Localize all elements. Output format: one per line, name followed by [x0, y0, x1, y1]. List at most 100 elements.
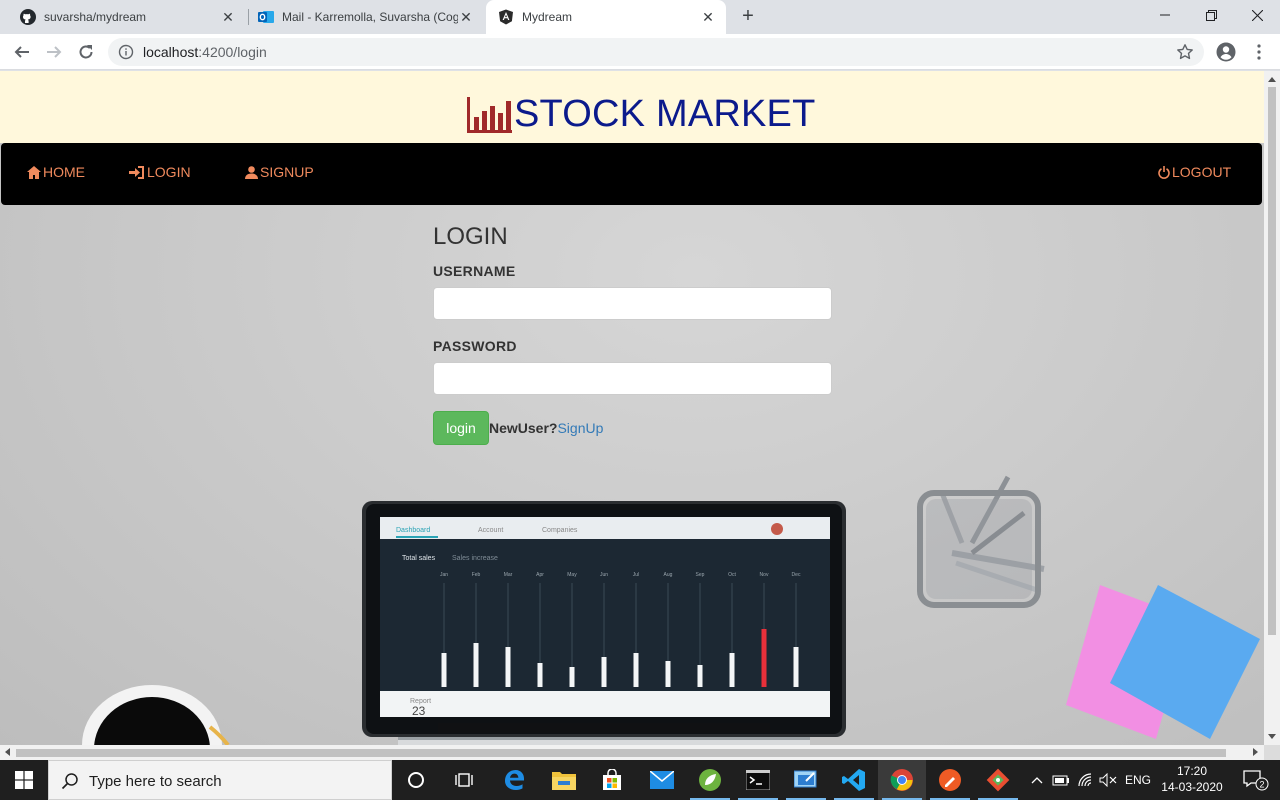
laptop-month-label: Jan	[440, 572, 448, 578]
horizontal-scroll-thumb[interactable]	[16, 749, 1226, 757]
address-bar[interactable]: localhost:4200/login	[108, 38, 1204, 66]
new-tab-button[interactable]: +	[736, 5, 760, 29]
nav-signup[interactable]: SIGNUP	[245, 164, 314, 180]
show-hidden-icons[interactable]	[1028, 760, 1046, 800]
info-icon[interactable]	[118, 44, 134, 60]
cortana-button[interactable]	[392, 760, 440, 800]
postman-app[interactable]	[926, 760, 974, 800]
scroll-right-arrow[interactable]	[1253, 748, 1258, 756]
mail-icon	[650, 771, 674, 789]
laptop-month-label: Feb	[472, 572, 481, 578]
vscode-icon	[842, 769, 865, 791]
brand[interactable]: STOCK MARKET	[466, 93, 816, 136]
reload-button[interactable]	[74, 40, 98, 64]
restore-icon	[1205, 9, 1217, 21]
tab-github[interactable]: suvarsha/mydream ✕	[8, 0, 246, 34]
brand-title: STOCK MARKET	[514, 93, 816, 135]
clock-time: 17:20	[1176, 764, 1208, 778]
coffee-cup-image	[82, 685, 230, 745]
scroll-down-arrow[interactable]	[1268, 734, 1276, 739]
laptop-tab-companies: Companies	[542, 527, 578, 534]
nav-signup-label: SIGNUP	[260, 164, 314, 180]
minimize-button[interactable]	[1142, 0, 1188, 30]
login-button[interactable]: login	[433, 411, 489, 445]
nav-login-label: LOGIN	[147, 164, 191, 180]
scrollbar-corner	[1264, 745, 1280, 760]
laptop-month-label: Apr	[536, 572, 544, 578]
back-button[interactable]	[10, 40, 34, 64]
terminal-icon	[746, 770, 770, 790]
url-text[interactable]: localhost:4200/login	[143, 44, 267, 60]
edge-app[interactable]	[490, 760, 538, 800]
restore-button[interactable]	[1188, 0, 1234, 30]
username-input[interactable]	[433, 287, 832, 320]
tab-strip: suvarsha/mydream ✕ Mail - Karremolla, Su…	[0, 0, 1280, 34]
home-icon	[27, 165, 41, 179]
laptop-bar	[505, 647, 511, 687]
laptop-bar	[633, 653, 639, 687]
laptop-report-value: 23	[412, 704, 426, 718]
close-icon[interactable]: ✕	[700, 9, 716, 25]
scroll-up-arrow[interactable]	[1268, 77, 1276, 82]
main-navbar: HOME LOGIN SIGNUP LOGOUT	[1, 143, 1262, 205]
vertical-scrollbar[interactable]	[1264, 71, 1280, 745]
page-header: STOCK MARKET	[0, 71, 1264, 143]
network-status[interactable]	[1075, 760, 1097, 800]
bar-chart-icon	[467, 96, 512, 133]
search-placeholder: Type here to search	[89, 773, 222, 790]
nav-logout[interactable]: LOGOUT	[1158, 164, 1231, 180]
url-host: localhost	[143, 44, 199, 60]
password-input[interactable]	[433, 362, 832, 395]
nav-login[interactable]: LOGIN	[129, 164, 191, 180]
scroll-left-arrow[interactable]	[5, 748, 10, 756]
volume-control[interactable]	[1098, 760, 1118, 800]
vertical-scroll-thumb[interactable]	[1268, 87, 1276, 635]
star-icon[interactable]	[1176, 43, 1194, 61]
nav-logout-label: LOGOUT	[1172, 164, 1232, 180]
language-indicator[interactable]: ENG	[1122, 760, 1154, 800]
close-window-button[interactable]	[1234, 0, 1280, 30]
command-prompt-app[interactable]	[734, 760, 782, 800]
signup-link[interactable]: SignUp	[557, 420, 603, 436]
page-viewport: Dashboard Account Companies Total sales …	[0, 71, 1264, 745]
more-vert-icon	[1257, 44, 1261, 60]
start-button[interactable]	[0, 760, 48, 800]
laptop-month-label: Mar	[504, 572, 513, 578]
action-center-button[interactable]: 2	[1232, 760, 1280, 800]
tab-outlook[interactable]: Mail - Karremolla, Suvarsha (Cog ✕	[246, 0, 484, 34]
spring-leaf-icon	[699, 769, 721, 791]
laptop-bar	[793, 647, 799, 687]
git-gui-app[interactable]	[974, 760, 1022, 800]
horizontal-scrollbar[interactable]	[0, 745, 1264, 760]
laptop-bar	[665, 661, 671, 687]
login-heading: LOGIN	[433, 223, 508, 250]
close-icon[interactable]: ✕	[458, 9, 474, 25]
store-app[interactable]	[588, 760, 636, 800]
vscode-app[interactable]	[830, 760, 878, 800]
chrome-app[interactable]	[878, 760, 926, 800]
taskbar-search[interactable]: Type here to search	[48, 760, 392, 800]
spring-tool-app[interactable]	[686, 760, 734, 800]
file-explorer-app[interactable]	[540, 760, 588, 800]
url-path: :4200/login	[198, 44, 267, 60]
nav-home-label: HOME	[43, 164, 85, 180]
github-icon	[20, 9, 36, 25]
menu-button[interactable]	[1248, 41, 1270, 63]
task-view-button[interactable]	[440, 760, 488, 800]
laptop-bar	[761, 629, 767, 687]
arrow-left-icon	[14, 46, 29, 58]
laptop-month-label: Jun	[600, 572, 608, 578]
forward-button[interactable]	[42, 40, 66, 64]
mail-app[interactable]	[638, 760, 686, 800]
remote-desktop-app[interactable]	[782, 760, 830, 800]
chevron-up-icon	[1031, 777, 1043, 784]
tab-mydream[interactable]: Mydream ✕	[486, 0, 726, 34]
close-icon[interactable]: ✕	[220, 9, 236, 25]
nav-home[interactable]: HOME	[27, 164, 85, 180]
system-clock[interactable]: 17:20 14-03-2020	[1158, 763, 1226, 795]
laptop-month-label: Nov	[760, 572, 769, 578]
login-icon	[129, 165, 144, 179]
profile-button[interactable]	[1215, 41, 1237, 63]
laptop-month-label: Sep	[696, 572, 705, 578]
battery-status[interactable]	[1050, 760, 1072, 800]
